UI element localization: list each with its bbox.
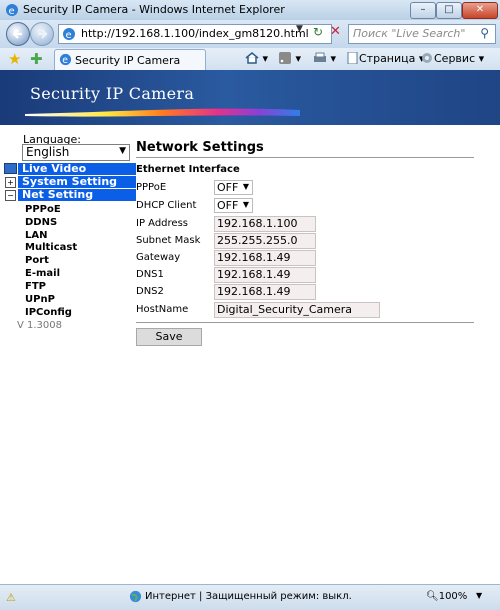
forward-button[interactable] xyxy=(30,22,54,46)
zoom-level: 100% xyxy=(438,591,468,602)
stop-icon[interactable]: ✕ xyxy=(330,24,341,39)
refresh-icon[interactable]: ↻ xyxy=(313,25,323,39)
home-button[interactable]: ▾ xyxy=(245,52,268,65)
nav-item-ftp[interactable]: FTP xyxy=(25,281,46,292)
minimize-button[interactable]: – xyxy=(410,2,436,19)
nav-item-upnp[interactable]: UPnP xyxy=(25,294,55,305)
tools-gear-icon xyxy=(422,53,432,63)
warning-icon: ⚠ xyxy=(6,591,16,604)
svg-text:e: e xyxy=(9,6,15,17)
tools-menu-label: Сервис xyxy=(434,52,476,65)
page-title: Network Settings xyxy=(136,140,264,155)
svg-text:e: e xyxy=(62,55,68,66)
nav-item-ddns[interactable]: DDNS xyxy=(25,217,57,228)
security-zone-text: Интернет | Защищенный режим: выкл. xyxy=(145,591,352,602)
forward-arrow-icon xyxy=(38,29,48,39)
expand-plus-icon[interactable]: + xyxy=(5,177,16,188)
page-menu[interactable]: Страница ▾ xyxy=(345,52,424,65)
dns1-field[interactable]: 192.168.1.49 xyxy=(214,267,316,283)
search-input[interactable]: Поиск "Live Search" ⚲ xyxy=(348,24,496,44)
address-dropdown-icon[interactable]: ▼ xyxy=(296,24,303,34)
form-divider xyxy=(136,322,474,323)
search-icon[interactable]: ⚲ xyxy=(480,26,489,40)
print-button[interactable]: ▾ xyxy=(313,52,336,65)
maximize-button[interactable]: □ xyxy=(436,2,462,19)
rss-button[interactable]: ▾ xyxy=(278,52,301,65)
dhcp-label: DHCP Client xyxy=(136,200,197,211)
zoom-dropdown-icon[interactable]: ▼ xyxy=(476,591,482,600)
menu-system-setting-label: System Setting xyxy=(18,176,136,188)
camera-banner: Security IP Camera xyxy=(0,70,500,125)
subnet-mask-field[interactable]: 255.255.255.0 xyxy=(214,233,316,249)
page-icon xyxy=(347,52,358,64)
window-titlebar: e Security IP Camera - Windows Internet … xyxy=(0,0,500,21)
dhcp-select[interactable]: OFF ▼ xyxy=(214,198,253,213)
ie-icon: e xyxy=(63,28,75,41)
home-icon xyxy=(245,52,259,64)
ie-icon: e xyxy=(6,4,18,17)
zoom-control[interactable]: 🔍︎100% xyxy=(426,591,467,602)
rainbow-swoosh xyxy=(25,108,300,117)
search-placeholder: Поиск "Live Search" xyxy=(353,27,466,40)
nav-item-lan[interactable]: LAN xyxy=(25,230,47,241)
back-arrow-icon xyxy=(12,29,22,39)
globe-icon xyxy=(129,590,142,603)
dns1-label: DNS1 xyxy=(136,269,164,280)
add-favorite-icon[interactable]: ✚ xyxy=(30,50,43,68)
title-divider xyxy=(136,157,474,158)
chevron-down-icon: ▼ xyxy=(242,200,249,209)
dns2-label: DNS2 xyxy=(136,286,164,297)
tab-label: Security IP Camera xyxy=(75,54,181,67)
back-button[interactable] xyxy=(6,22,30,46)
tab-security-ip-camera[interactable]: e Security IP Camera xyxy=(54,49,206,70)
window-title: Security IP Camera - Windows Internet Ex… xyxy=(23,3,285,16)
camera-icon xyxy=(4,163,17,174)
address-bar[interactable]: e http://192.168.1.100/index_gm8120.html xyxy=(58,24,332,44)
hostname-field[interactable]: Digital_Security_Camera xyxy=(214,302,380,318)
language-select[interactable]: English ▼ xyxy=(22,144,130,161)
nav-item-multicast[interactable]: Multicast xyxy=(25,242,77,253)
firmware-version: V 1.3008 xyxy=(17,320,63,331)
status-bar: ⚠ Интернет | Защищенный режим: выкл. 🔍︎1… xyxy=(0,584,500,610)
chevron-down-icon: ▼ xyxy=(119,146,126,156)
language-value: English xyxy=(26,145,70,159)
command-toolbar: ★ ✚ e Security IP Camera ▾ ▾ ▾ Страница … xyxy=(0,48,500,71)
page-viewport: Security IP Camera Language: English ▼ L… xyxy=(0,70,500,584)
ip-address-field[interactable]: 192.168.1.100 xyxy=(214,216,316,232)
close-button[interactable]: ✕ xyxy=(462,2,498,19)
collapse-minus-icon[interactable]: − xyxy=(5,190,16,201)
nav-item-ipconfig[interactable]: IPConfig xyxy=(25,307,72,318)
nav-item-pppoe[interactable]: PPPoE xyxy=(25,204,61,215)
chevron-down-icon: ▼ xyxy=(242,182,249,191)
favorites-star-icon[interactable]: ★ xyxy=(8,50,21,68)
gateway-field[interactable]: 192.168.1.49 xyxy=(214,250,316,266)
subnet-mask-label: Subnet Mask xyxy=(136,235,201,246)
menu-net-setting-label: Net Setting xyxy=(18,189,136,201)
menu-live-video-label: Live Video xyxy=(18,163,136,175)
hostname-label: HostName xyxy=(136,304,189,315)
save-button[interactable]: Save xyxy=(136,328,202,346)
pppoe-label: PPPoE xyxy=(136,182,167,193)
nav-item-port[interactable]: Port xyxy=(25,255,49,266)
rss-icon xyxy=(279,52,291,64)
dhcp-value: OFF xyxy=(217,199,239,212)
print-icon xyxy=(314,52,326,62)
tools-menu[interactable]: Сервис ▾ xyxy=(420,52,484,65)
page-menu-label: Страница xyxy=(359,52,416,65)
ie-icon: e xyxy=(59,53,72,66)
nav-item-email[interactable]: E-mail xyxy=(25,268,60,279)
pppoe-select[interactable]: OFF ▼ xyxy=(214,180,253,195)
section-title: Ethernet Interface xyxy=(136,164,240,175)
svg-text:e: e xyxy=(66,30,72,41)
address-toolbar: e http://192.168.1.100/index_gm8120.html… xyxy=(0,20,500,48)
address-url: http://192.168.1.100/index_gm8120.html xyxy=(81,27,309,40)
pppoe-value: OFF xyxy=(217,181,239,194)
ip-address-label: IP Address xyxy=(136,218,188,229)
gateway-label: Gateway xyxy=(136,252,181,263)
dns2-field[interactable]: 192.168.1.49 xyxy=(214,284,316,300)
